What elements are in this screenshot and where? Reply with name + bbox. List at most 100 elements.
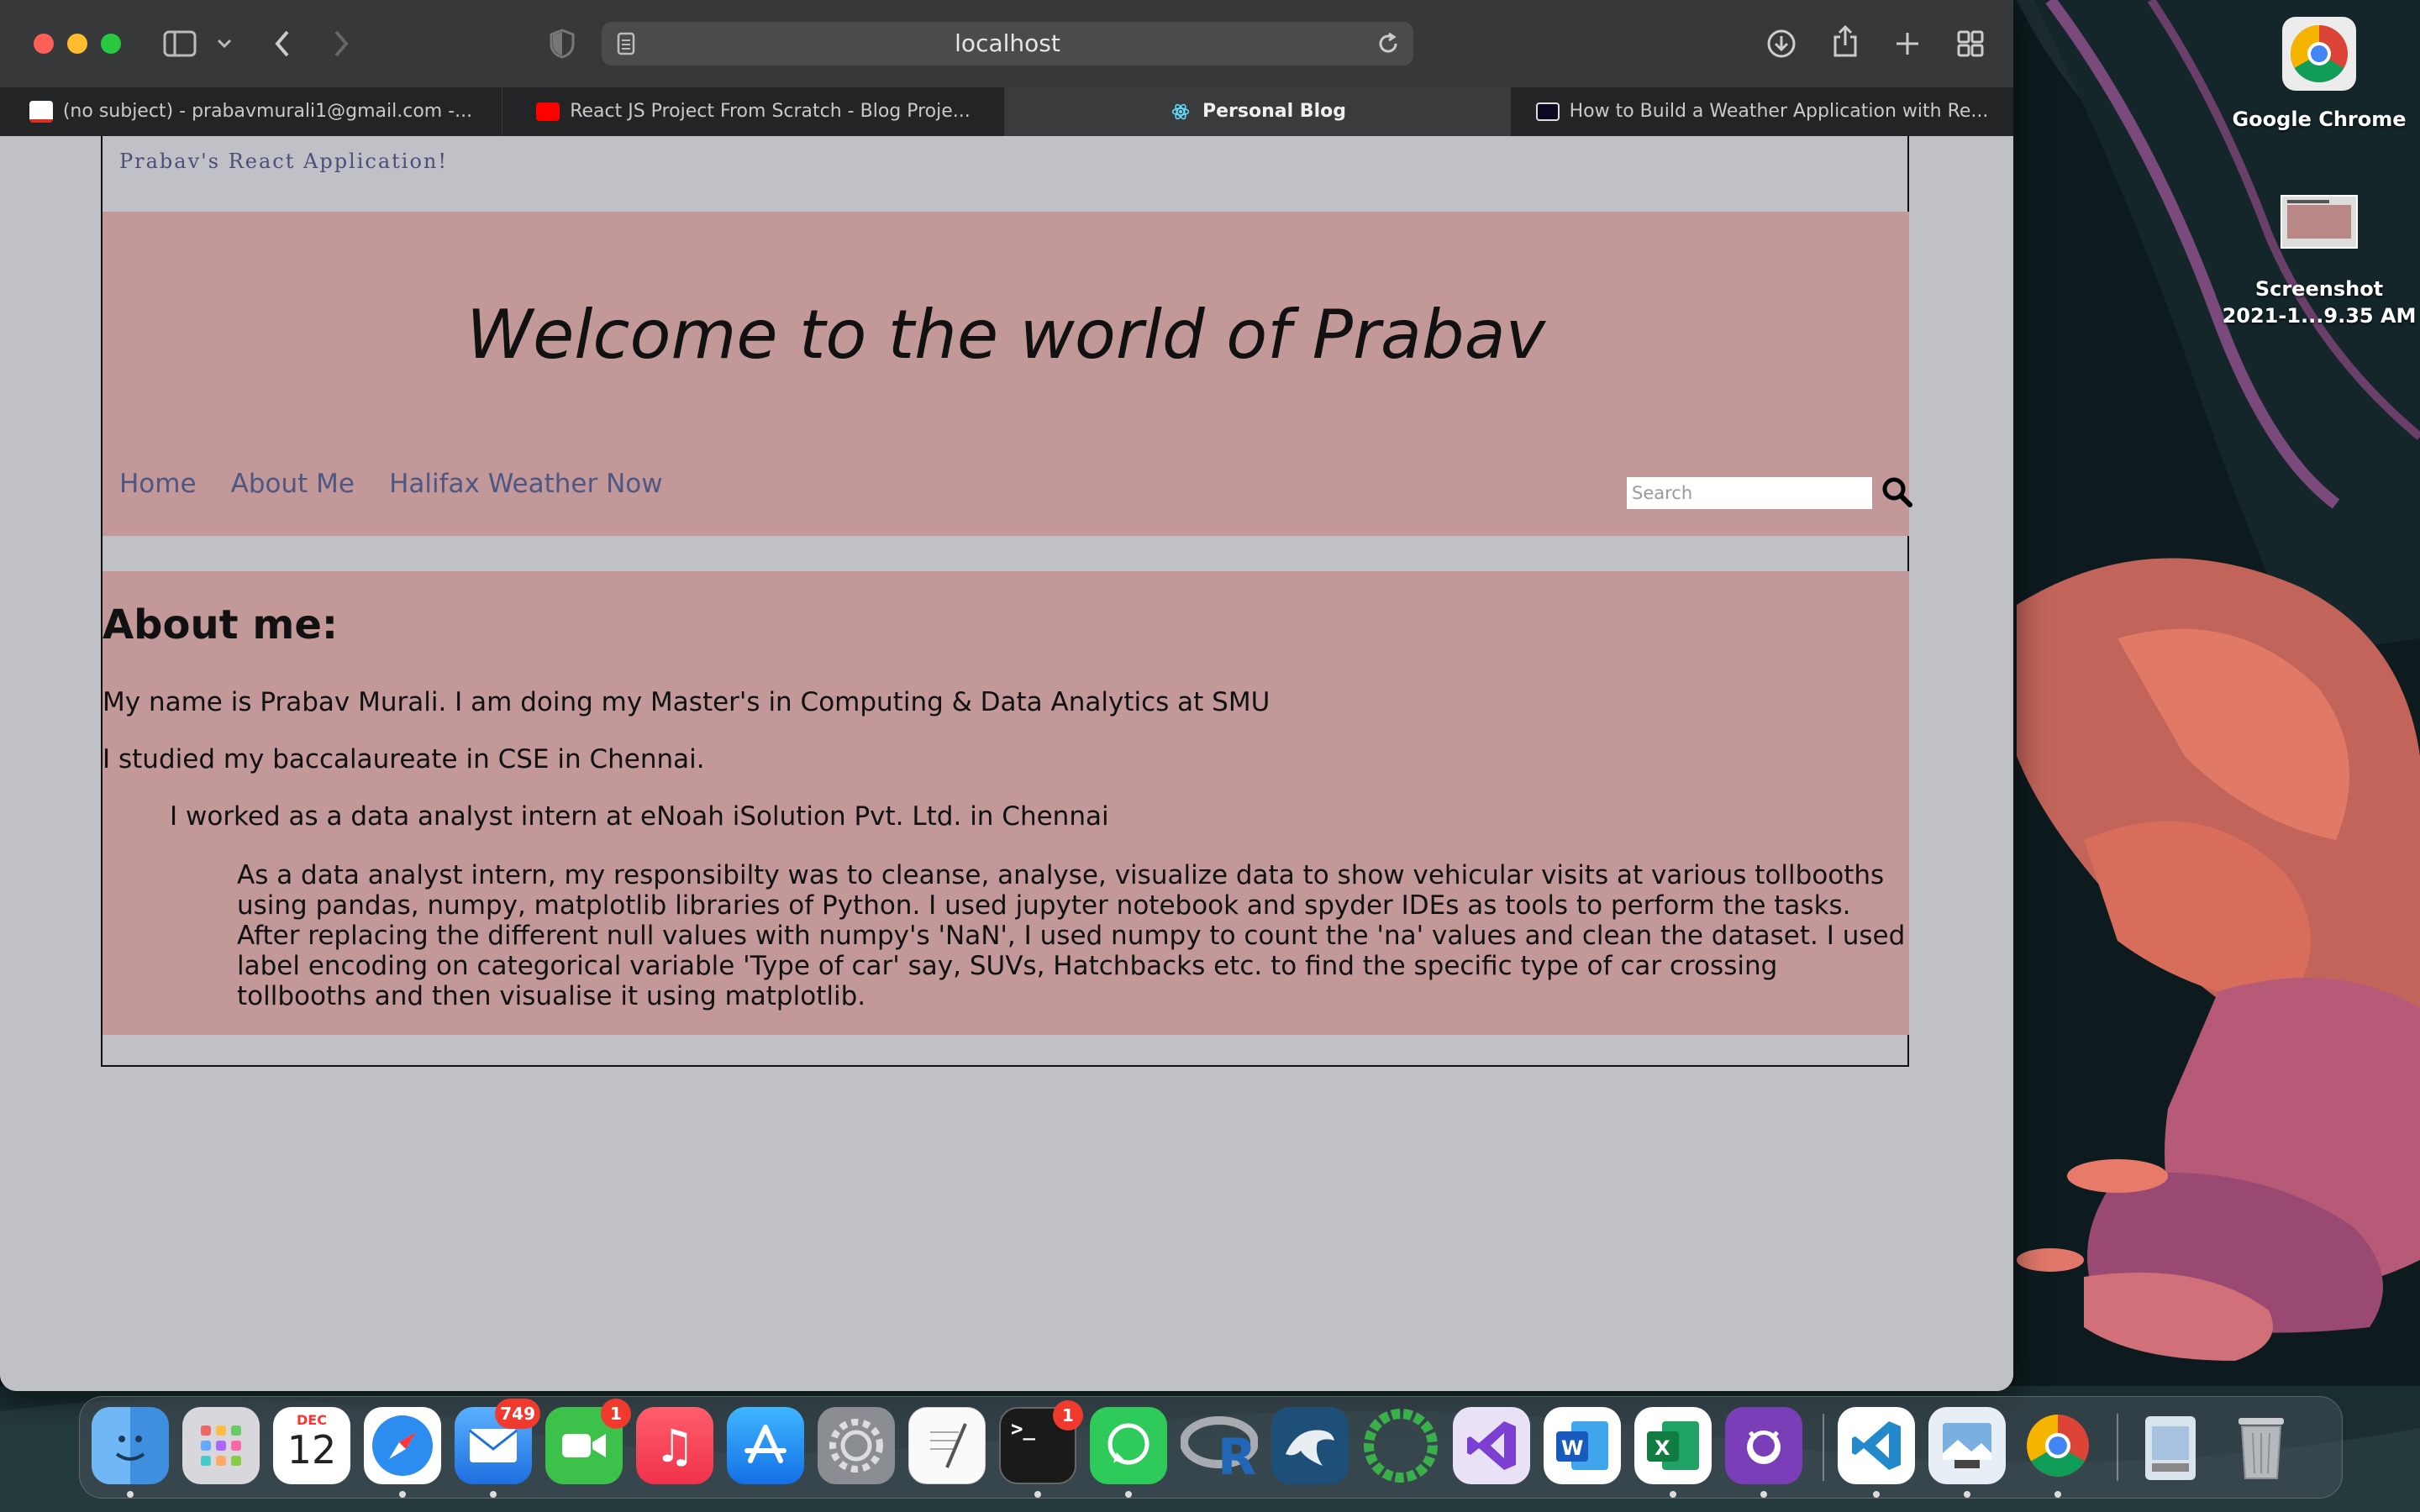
running-indicator bbox=[1964, 1491, 1970, 1498]
search-icon[interactable] bbox=[1881, 475, 1914, 509]
zoom-window-button[interactable] bbox=[101, 34, 121, 54]
chrome-icon bbox=[2282, 17, 2356, 91]
dock-textedit[interactable] bbox=[908, 1407, 986, 1484]
react-icon bbox=[1171, 103, 1190, 120]
dock-github-desktop[interactable] bbox=[1725, 1407, 1802, 1484]
calendar-month: DEC bbox=[297, 1412, 327, 1428]
trash-icon bbox=[2238, 1418, 2284, 1479]
address-bar[interactable]: localhost bbox=[602, 22, 1413, 66]
dock-trash[interactable] bbox=[2223, 1407, 2300, 1484]
nav-link-about-me[interactable]: About Me bbox=[231, 469, 355, 499]
new-tab-icon[interactable] bbox=[1894, 30, 1921, 57]
dock-vscode[interactable] bbox=[1838, 1407, 1915, 1484]
dock-separator bbox=[1823, 1414, 1824, 1481]
tab-strip: (no subject) - prabavmurali1@gmail.com -… bbox=[0, 87, 2013, 136]
dock-terminal[interactable]: >_ 1 bbox=[999, 1400, 1083, 1484]
dock-app-store[interactable] bbox=[727, 1407, 804, 1484]
chevron-down-icon[interactable] bbox=[217, 39, 232, 49]
running-indicator bbox=[2054, 1491, 2061, 1498]
r-language-icon: R bbox=[1181, 1416, 1258, 1479]
dock-separator bbox=[2117, 1414, 2118, 1481]
main-nav: Home About Me Halifax Weather Now bbox=[119, 469, 693, 499]
svg-text:W: W bbox=[1561, 1436, 1583, 1460]
dock-mail[interactable]: 749 bbox=[455, 1399, 540, 1484]
back-icon[interactable] bbox=[272, 29, 292, 59]
running-indicator bbox=[1873, 1491, 1880, 1498]
dock-system-preferences[interactable] bbox=[818, 1407, 895, 1484]
dock-r[interactable]: R bbox=[1181, 1407, 1258, 1484]
forward-icon[interactable] bbox=[331, 29, 351, 59]
gmail-icon bbox=[29, 101, 53, 123]
app-container: Prabav's React Application! Welcome to t… bbox=[101, 136, 1912, 1067]
dock-finder[interactable] bbox=[92, 1407, 169, 1484]
browser-toolbar: localhost bbox=[0, 0, 2013, 88]
dock-safari[interactable] bbox=[364, 1407, 441, 1484]
dock-excel[interactable]: X bbox=[1634, 1407, 1712, 1484]
dock-music[interactable]: ♫ bbox=[636, 1407, 713, 1484]
url-text: localhost bbox=[955, 29, 1060, 57]
sidebar-toggle-icon[interactable] bbox=[163, 30, 197, 57]
svg-text:X: X bbox=[1655, 1436, 1670, 1460]
finder-icon bbox=[115, 1436, 145, 1461]
about-paragraph: My name is Prabav Murali. I am doing my … bbox=[103, 687, 1270, 717]
dock-facetime[interactable]: 1 bbox=[545, 1399, 631, 1484]
dock-chrome[interactable] bbox=[2019, 1407, 2096, 1484]
downloads-icon[interactable] bbox=[1766, 29, 1797, 59]
dock-downloads[interactable] bbox=[2132, 1407, 2209, 1484]
running-indicator bbox=[1034, 1491, 1041, 1498]
tab-personal-blog[interactable]: Personal Blog bbox=[1005, 87, 1511, 136]
visual-studio-icon bbox=[1467, 1421, 1516, 1470]
desktop-icon-google-chrome[interactable]: Google Chrome bbox=[2218, 12, 2420, 138]
gear-icon bbox=[829, 1419, 883, 1473]
running-indicator bbox=[399, 1491, 406, 1498]
tab-gmail[interactable]: (no subject) - prabavmurali1@gmail.com -… bbox=[0, 87, 502, 136]
desktop-icon-label: Google Chrome bbox=[2232, 108, 2407, 131]
textedit-icon bbox=[930, 1423, 967, 1468]
tab-youtube[interactable]: React JS Project From Scratch - Blog Pro… bbox=[502, 87, 1005, 136]
about-section: About me: My name is Prabav Murali. I am… bbox=[103, 571, 1909, 1035]
tab-freecodecamp[interactable]: How to Build a Weather Application with … bbox=[1511, 87, 2013, 136]
reload-icon[interactable] bbox=[1376, 32, 1400, 55]
terminal-badge: 1 bbox=[1053, 1400, 1083, 1431]
facetime-badge: 1 bbox=[601, 1399, 631, 1429]
safari-window: localhost (no subject) - prabavmurali1@g… bbox=[0, 0, 2013, 1391]
screenshot-file-icon bbox=[2281, 195, 2358, 249]
privacy-shield-icon[interactable] bbox=[550, 29, 575, 59]
header-band: Welcome to the world of Prabav Home Abou… bbox=[103, 212, 1912, 536]
mail-badge: 749 bbox=[495, 1399, 540, 1429]
app-brand: Prabav's React Application! bbox=[119, 150, 449, 173]
dock-calendar[interactable]: DEC 12 bbox=[273, 1407, 350, 1484]
dock-word[interactable]: W bbox=[1544, 1407, 1621, 1484]
dock-whatsapp[interactable] bbox=[1090, 1407, 1167, 1484]
desktop-icon-screenshot[interactable]: Screenshot 2021-1...9.35 AM bbox=[2218, 192, 2420, 334]
hero-title: Welcome to the world of Prabav bbox=[466, 296, 1546, 374]
excel-icon: X bbox=[1647, 1421, 1699, 1470]
dock-launchpad[interactable] bbox=[182, 1407, 260, 1484]
calendar-day: 12 bbox=[287, 1427, 337, 1473]
freecodecamp-icon bbox=[1535, 102, 1560, 121]
search-input[interactable] bbox=[1627, 477, 1872, 509]
word-icon: W bbox=[1556, 1421, 1608, 1470]
tab-overview-icon[interactable] bbox=[1956, 29, 1985, 58]
preview-icon bbox=[1943, 1423, 1991, 1468]
facetime-icon bbox=[562, 1434, 606, 1457]
nav-link-home[interactable]: Home bbox=[119, 469, 197, 499]
close-window-button[interactable] bbox=[34, 34, 54, 54]
dock-eclipse[interactable] bbox=[1362, 1407, 1439, 1484]
app-store-icon bbox=[744, 1425, 786, 1463]
running-indicator bbox=[490, 1491, 497, 1498]
dock-visual-studio[interactable] bbox=[1453, 1407, 1530, 1484]
tab-label: Personal Blog bbox=[1202, 101, 1346, 122]
dock-mysql-workbench[interactable] bbox=[1271, 1407, 1349, 1484]
dock-preview[interactable] bbox=[1928, 1407, 2006, 1484]
share-icon[interactable] bbox=[1832, 25, 1859, 59]
github-icon bbox=[1747, 1431, 1781, 1464]
youtube-icon bbox=[536, 102, 560, 121]
running-indicator bbox=[1760, 1491, 1767, 1498]
chrome-icon bbox=[2027, 1415, 2089, 1477]
launchpad-icon bbox=[201, 1425, 241, 1466]
tab-label: React JS Project From Scratch - Blog Pro… bbox=[570, 101, 971, 122]
nav-link-halifax-weather[interactable]: Halifax Weather Now bbox=[389, 469, 663, 499]
dolphin-icon bbox=[1286, 1430, 1334, 1466]
minimize-window-button[interactable] bbox=[67, 34, 87, 54]
